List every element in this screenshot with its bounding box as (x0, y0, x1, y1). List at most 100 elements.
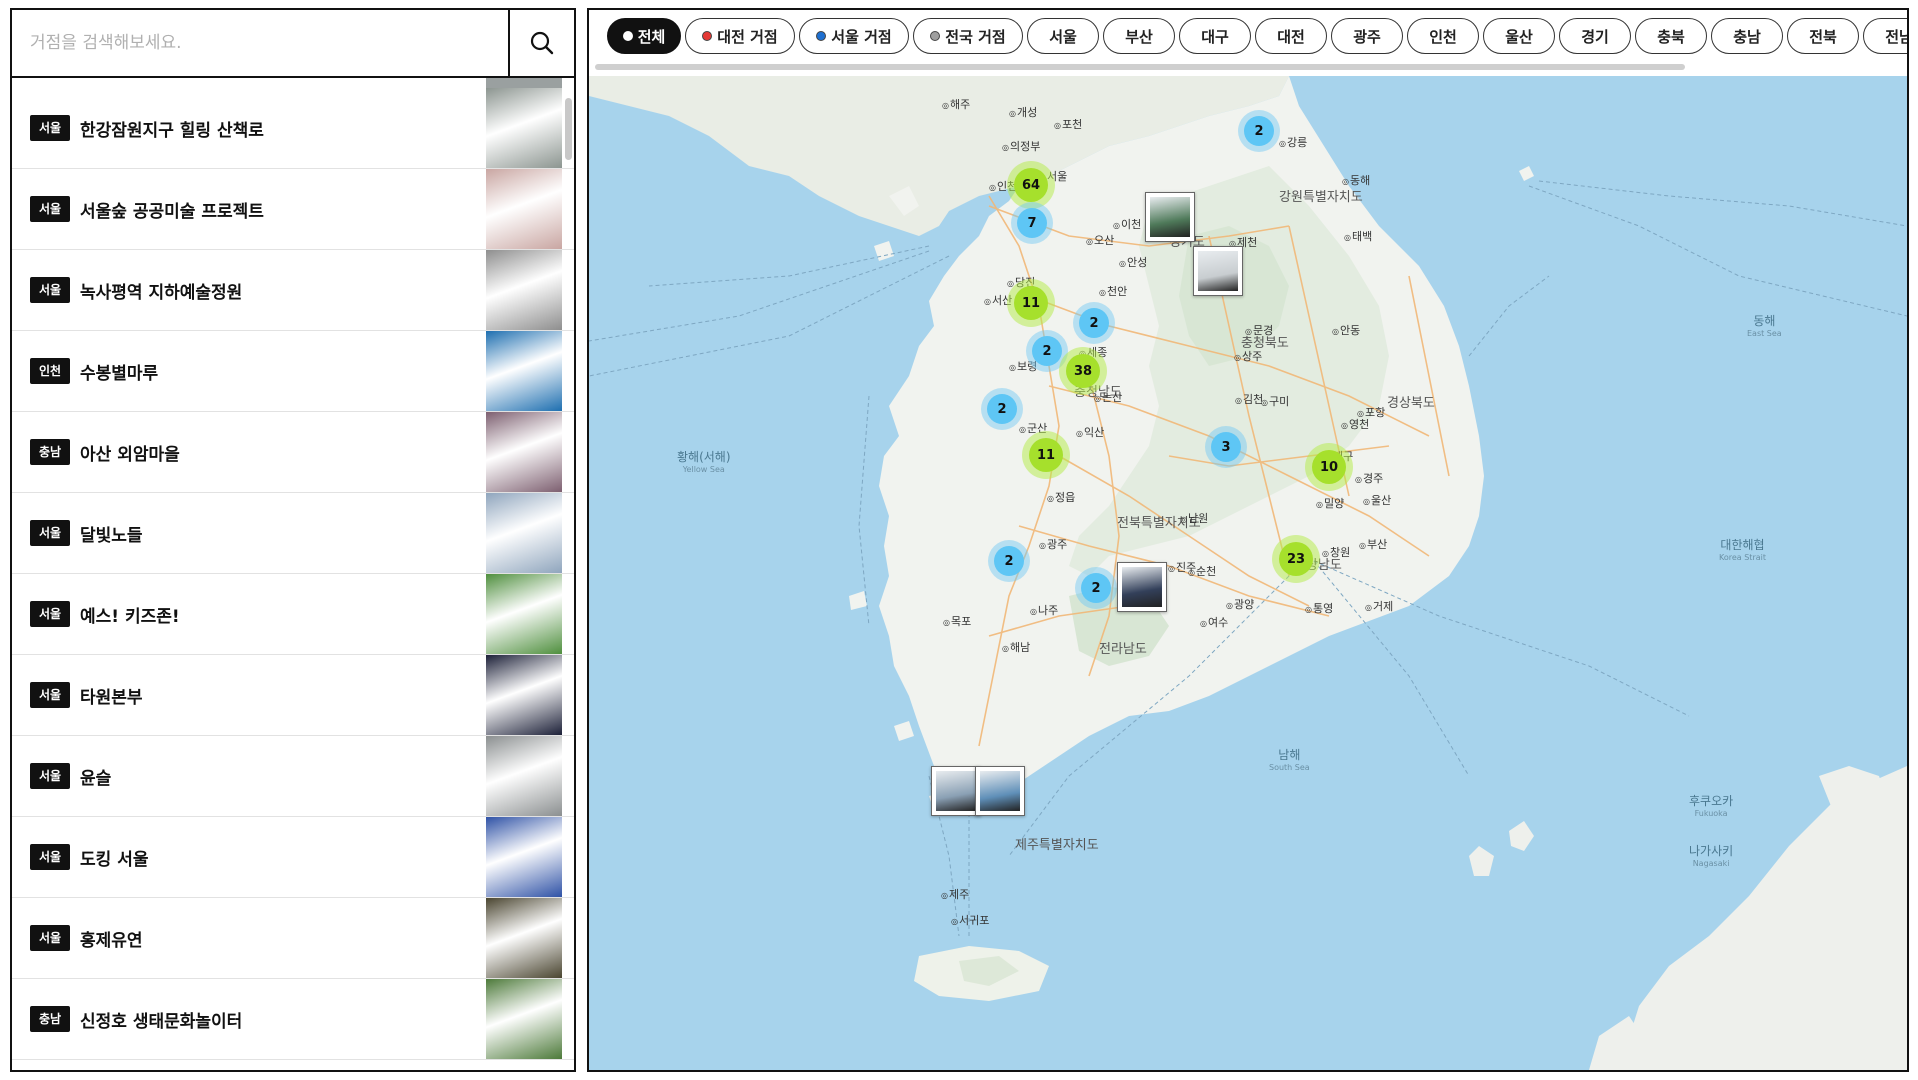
map-city-label: 서산 (984, 292, 1012, 308)
map-photo-marker[interactable] (975, 766, 1025, 816)
list-item[interactable]: 서울 서울숲 공공미술 프로젝트 (12, 169, 574, 250)
filter-chip[interactable]: 울산 (1483, 18, 1555, 54)
list-item[interactable]: 서울 한강잠원지구 힐링 산책로 (12, 88, 574, 169)
list-item-name: 달빛노들 (80, 526, 143, 546)
list-item-thumbnail (486, 88, 562, 168)
region-badge: 서울 (30, 115, 70, 141)
filter-chip[interactable]: 전남 (1863, 18, 1907, 54)
map-cluster-marker[interactable]: 2 (1244, 116, 1274, 146)
filter-chip[interactable]: 인천 (1407, 18, 1479, 54)
map-cluster-marker[interactable]: 2 (1081, 573, 1111, 603)
filter-chip[interactable]: 부산 (1103, 18, 1175, 54)
filter-chip[interactable]: 충남 (1711, 18, 1783, 54)
list-item[interactable]: 서울 홍제유연 (12, 898, 574, 979)
filter-chip[interactable]: 충북 (1635, 18, 1707, 54)
map-city-label: 안성 (1119, 254, 1147, 270)
list-item[interactable]: 서울 도킹 서울 (12, 817, 574, 898)
map-cluster-marker[interactable]: 2 (994, 546, 1024, 576)
list-item-thumbnail (486, 331, 562, 411)
filter-chip-label: 전남 (1885, 27, 1907, 46)
filter-chip[interactable]: 전체 (607, 18, 681, 54)
map-cluster-marker[interactable]: 23 (1279, 542, 1313, 576)
map-cluster-marker[interactable]: 11 (1029, 438, 1063, 472)
list-item[interactable]: 서울 예스! 키즈존! (12, 574, 574, 655)
list-item-name: 도킹 서울 (80, 850, 149, 870)
marker-thumbnail (1122, 567, 1162, 607)
search-button[interactable] (508, 10, 574, 76)
list-scrollbar[interactable] (565, 98, 572, 160)
map-photo-marker[interactable] (1145, 192, 1195, 242)
map-panel: 전체 대전 거점 서울 거점 전국 거점 서울 부산 대구 대전 광주 인천 울산 경기 충북 충남 전북 전… (587, 8, 1909, 1072)
map-city-label: 광양 (1226, 596, 1254, 612)
list-item-name: 홍제유연 (80, 931, 143, 951)
filter-dot-icon (816, 31, 827, 41)
list-item[interactable]: 충남 아산 외암마을 (12, 412, 574, 493)
list-item-name: 수봉별마루 (80, 364, 159, 384)
list-item[interactable]: 서울 달빛노들 (12, 493, 574, 574)
list-item[interactable]: 충남 신정호 생태문화놀이터 (12, 979, 574, 1060)
region-badge: 서울 (30, 925, 70, 951)
filter-chip-label: 충남 (1733, 27, 1761, 46)
filter-chip[interactable]: 전국 거점 (913, 18, 1023, 54)
map-cluster-marker[interactable]: 2 (987, 394, 1017, 424)
filter-chip-label: 대전 거점 (717, 27, 778, 46)
map[interactable]: 강원특별자치도 경기도 충청북도 충청남도 경상북도 전북특별자치도 경상남도 전라남도 제주특… (589, 76, 1907, 1070)
list-item-name: 서울숲 공공미술 프로젝트 (80, 202, 264, 222)
list-item-thumbnail (486, 736, 562, 816)
filter-dot-icon (622, 31, 633, 41)
filter-chip[interactable]: 대전 (1255, 18, 1327, 54)
filter-chip-label: 서울 거점 (831, 27, 892, 46)
map-cluster-marker[interactable]: 64 (1014, 168, 1048, 202)
filter-chip-label: 광주 (1353, 27, 1381, 46)
map-city-label: 천안 (1099, 283, 1127, 299)
map-city-label: 서귀포 (951, 912, 989, 928)
filter-chip[interactable]: 전북 (1787, 18, 1859, 54)
map-city-label: 남원 (1180, 510, 1208, 526)
filter-chip[interactable]: 대전 거점 (685, 18, 795, 54)
filter-chip[interactable]: 경기 (1559, 18, 1631, 54)
list-item-name: 예스! 키즈존! (80, 607, 180, 627)
filter-chip-label: 대구 (1201, 27, 1229, 46)
search-input[interactable] (12, 10, 508, 76)
filter-chip-label: 충북 (1657, 27, 1685, 46)
list-item-thumbnail (486, 412, 562, 492)
list-item[interactable]: 서울 타원본부 (12, 655, 574, 736)
filter-chip[interactable]: 대구 (1179, 18, 1251, 54)
map-cluster-marker[interactable]: 3 (1211, 432, 1241, 462)
list-item[interactable]: 인천 수봉별마루 (12, 331, 574, 412)
map-photo-marker[interactable] (931, 766, 981, 816)
list-item[interactable]: 서울 윤슬 (12, 736, 574, 817)
map-city-label: 익산 (1076, 424, 1104, 440)
filter-chip[interactable]: 광주 (1331, 18, 1403, 54)
map-photo-marker[interactable] (1193, 246, 1243, 296)
list-item-thumbnail (486, 250, 562, 330)
map-city-label: 안동 (1332, 322, 1360, 338)
spot-list[interactable]: 서울 한강잠원지구 힐링 산책로 서울 서울숲 공공미술 프로젝트 서울 녹사평역 지하예… (12, 78, 574, 1070)
map-city-label: 해주 (942, 96, 970, 112)
filter-scrollbar[interactable] (595, 64, 1685, 70)
map-cluster-marker[interactable]: 2 (1079, 308, 1109, 338)
map-cluster-marker[interactable]: 7 (1017, 208, 1047, 238)
list-item-thumbnail (486, 574, 562, 654)
filter-chip[interactable]: 서울 거점 (799, 18, 909, 54)
list-item-name: 아산 외암마을 (80, 445, 180, 465)
search-icon (530, 31, 554, 55)
filter-dot-icon (930, 31, 941, 41)
list-item[interactable]: 서울 녹사평역 지하예술정원 (12, 250, 574, 331)
map-cluster-marker[interactable]: 11 (1014, 286, 1048, 320)
list-item-thumbnail (486, 493, 562, 573)
map-cluster-marker[interactable]: 2 (1032, 336, 1062, 366)
map-photo-marker[interactable] (1117, 562, 1167, 612)
map-cluster-marker[interactable]: 38 (1066, 354, 1100, 388)
map-cluster-marker[interactable]: 10 (1312, 450, 1346, 484)
region-badge: 충남 (30, 439, 70, 465)
filter-chip-label: 경기 (1581, 27, 1609, 46)
filter-chip-label: 서울 (1049, 27, 1077, 46)
list-item-thumbnail (486, 78, 562, 88)
list-item-thumbnail (486, 979, 562, 1059)
map-city-label: 논산 (1094, 389, 1122, 405)
map-city-label: 통영 (1305, 600, 1333, 616)
filter-chip[interactable]: 서울 (1027, 18, 1099, 54)
region-badge: 서울 (30, 682, 70, 708)
map-city-label: 경주 (1355, 470, 1383, 486)
